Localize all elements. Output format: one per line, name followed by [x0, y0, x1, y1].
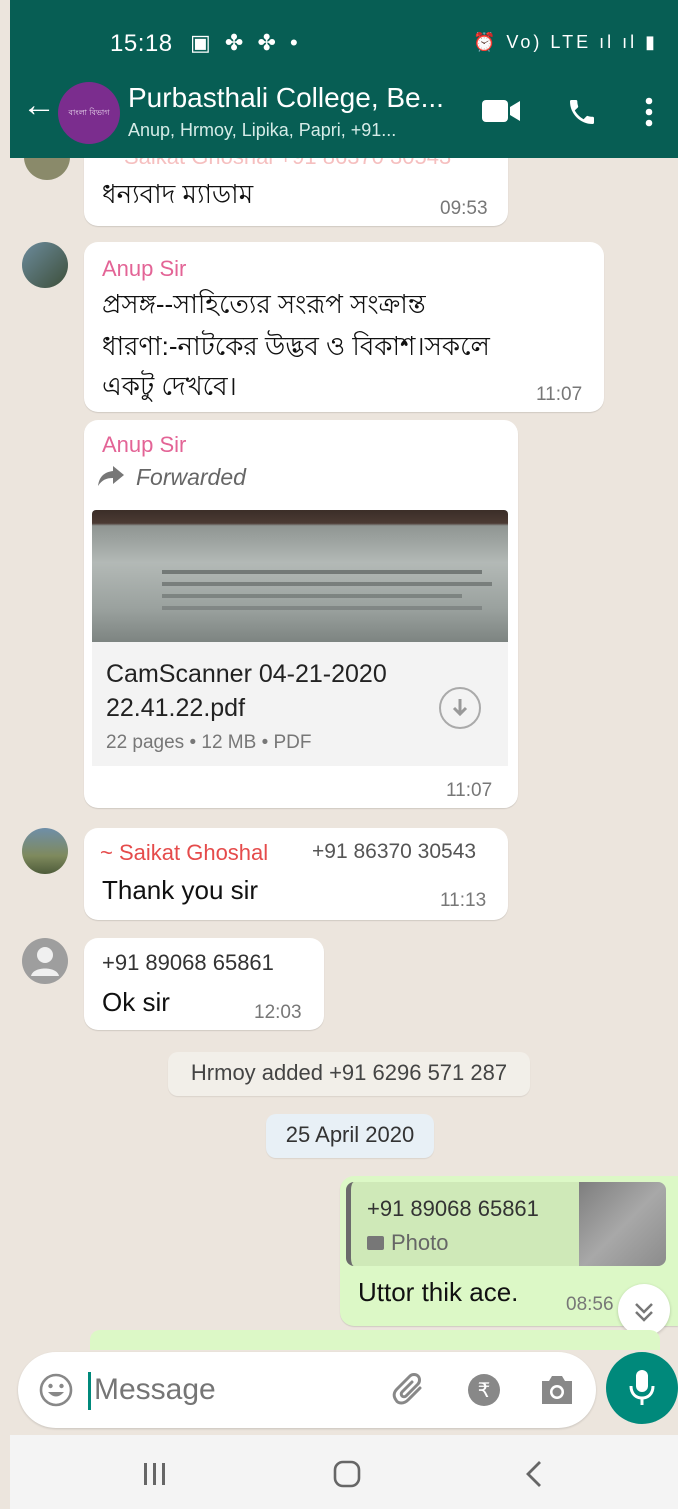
download-icon[interactable]	[438, 686, 482, 735]
avatar[interactable]	[22, 828, 68, 874]
attach-icon[interactable]	[390, 1370, 430, 1415]
date-divider: 25 April 2020	[266, 1114, 434, 1158]
photo-icon	[367, 1236, 384, 1250]
message-text: ধন্যবাদ ম্যাডাম	[102, 179, 254, 209]
notification-icons: ▣ ✤ ✤ •	[190, 30, 302, 55]
message-line: প্রসঙ্গ--সাহিত্যের সংরূপ সংক্রান্ত	[102, 289, 426, 319]
group-title[interactable]: Purbasthali College, Be...	[128, 82, 444, 114]
system-message: Hrmoy added +91 6296 571 287	[168, 1052, 530, 1096]
document-message[interactable]: Anup Sir Forwarded CamScanner 04-21-2020…	[84, 420, 518, 808]
payment-icon[interactable]: ₹	[466, 1372, 502, 1413]
message-time: 11:13	[440, 890, 487, 911]
quoted-message[interactable]: +91 89068 65861 Photo	[346, 1182, 666, 1266]
status-bar-top: 15:18 ▣ ✤ ✤ • ⏰ Vo) LTE ıl ıl ▮	[10, 26, 678, 62]
message-composer: ₹	[18, 1352, 596, 1428]
emoji-icon[interactable]	[38, 1372, 74, 1413]
document-preview[interactable]	[92, 510, 508, 642]
app-bar-top: ← বাংলা বিভাগ Purbasthali College, Be...…	[10, 70, 678, 150]
video-call-icon[interactable]	[482, 98, 522, 129]
chat-header-top: 15:18 ▣ ✤ ✤ • ⏰ Vo) LTE ıl ıl ▮ ← বাংলা …	[10, 0, 678, 158]
system-status-icons: ⏰ Vo) LTE ıl ıl ▮	[472, 32, 658, 52]
home-icon[interactable]	[332, 1459, 362, 1494]
document-name: 22.41.22.pdf	[106, 694, 246, 722]
message-line: একটু দেখবে।	[102, 371, 237, 401]
message-time: 08:56	[566, 1294, 614, 1315]
forward-arrow-icon	[98, 466, 124, 491]
document-name: CamScanner 04-21-2020	[106, 660, 387, 688]
message-time: 12:03	[254, 1002, 302, 1023]
camera-icon[interactable]	[538, 1372, 576, 1413]
quoted-photo-thumbnail	[579, 1182, 666, 1266]
sender-phone: +91 86370 30543	[312, 840, 477, 863]
scroll-down-icon[interactable]	[618, 1284, 670, 1336]
recent-apps-icon[interactable]	[142, 1461, 168, 1492]
forwarded-label: Forwarded	[136, 464, 246, 490]
more-options-icon[interactable]	[644, 96, 654, 133]
message-time: 09:53	[440, 198, 488, 219]
message-sender: Anup Sir	[102, 432, 187, 457]
mic-button[interactable]	[606, 1352, 678, 1424]
status-time: 15:18	[110, 30, 173, 57]
message-sender: +91 89068 65861	[102, 950, 274, 975]
message-time: 11:07	[536, 384, 583, 405]
message-text: Uttor thik ace.	[358, 1277, 519, 1307]
message-bubble[interactable]: Anup Sir প্রসঙ্গ--সাহিত্যের সংরূপ সংক্রা…	[84, 242, 604, 412]
message-text: Ok sir	[102, 987, 170, 1017]
group-members[interactable]: Anup, Hrmoy, Lipika, Papri, +91...	[128, 120, 396, 141]
voice-call-icon[interactable]	[566, 96, 598, 133]
message-input[interactable]	[94, 1368, 374, 1412]
document-meta: 22 pages • 12 MB • PDF	[106, 732, 312, 753]
message-bubble[interactable]: +91 89068 65861 Ok sir 12:03	[84, 938, 324, 1030]
next-message-edge	[90, 1330, 660, 1350]
group-avatar[interactable]: বাংলা বিভাগ	[58, 82, 120, 144]
mic-icon	[628, 1368, 656, 1413]
message-bubble[interactable]: ~ Saikat Ghoshal +91 86370 30543 Thank y…	[84, 828, 508, 920]
message-time: 11:07	[446, 780, 493, 801]
message-sender: ~ Saikat Ghoshal	[100, 840, 269, 865]
document-info[interactable]: CamScanner 04-21-2020 22.41.22.pdf 22 pa…	[92, 642, 508, 766]
message-line: ধারণা:-নাটকের উদ্ভব ও বিকাশ।সকলে	[102, 331, 490, 361]
avatar[interactable]	[22, 242, 68, 288]
message-sender: Anup Sir	[102, 256, 187, 281]
default-avatar-icon[interactable]	[22, 938, 68, 984]
text-cursor	[88, 1372, 91, 1410]
message-text: Thank you sir	[102, 875, 259, 905]
quoted-type: Photo	[391, 1230, 449, 1255]
svg-text:₹: ₹	[478, 1378, 491, 1402]
quoted-sender: +91 89068 65861	[367, 1196, 539, 1221]
back-arrow-icon[interactable]: ←	[22, 88, 56, 122]
back-nav-icon[interactable]	[524, 1459, 544, 1494]
system-nav-bar	[10, 1435, 678, 1509]
